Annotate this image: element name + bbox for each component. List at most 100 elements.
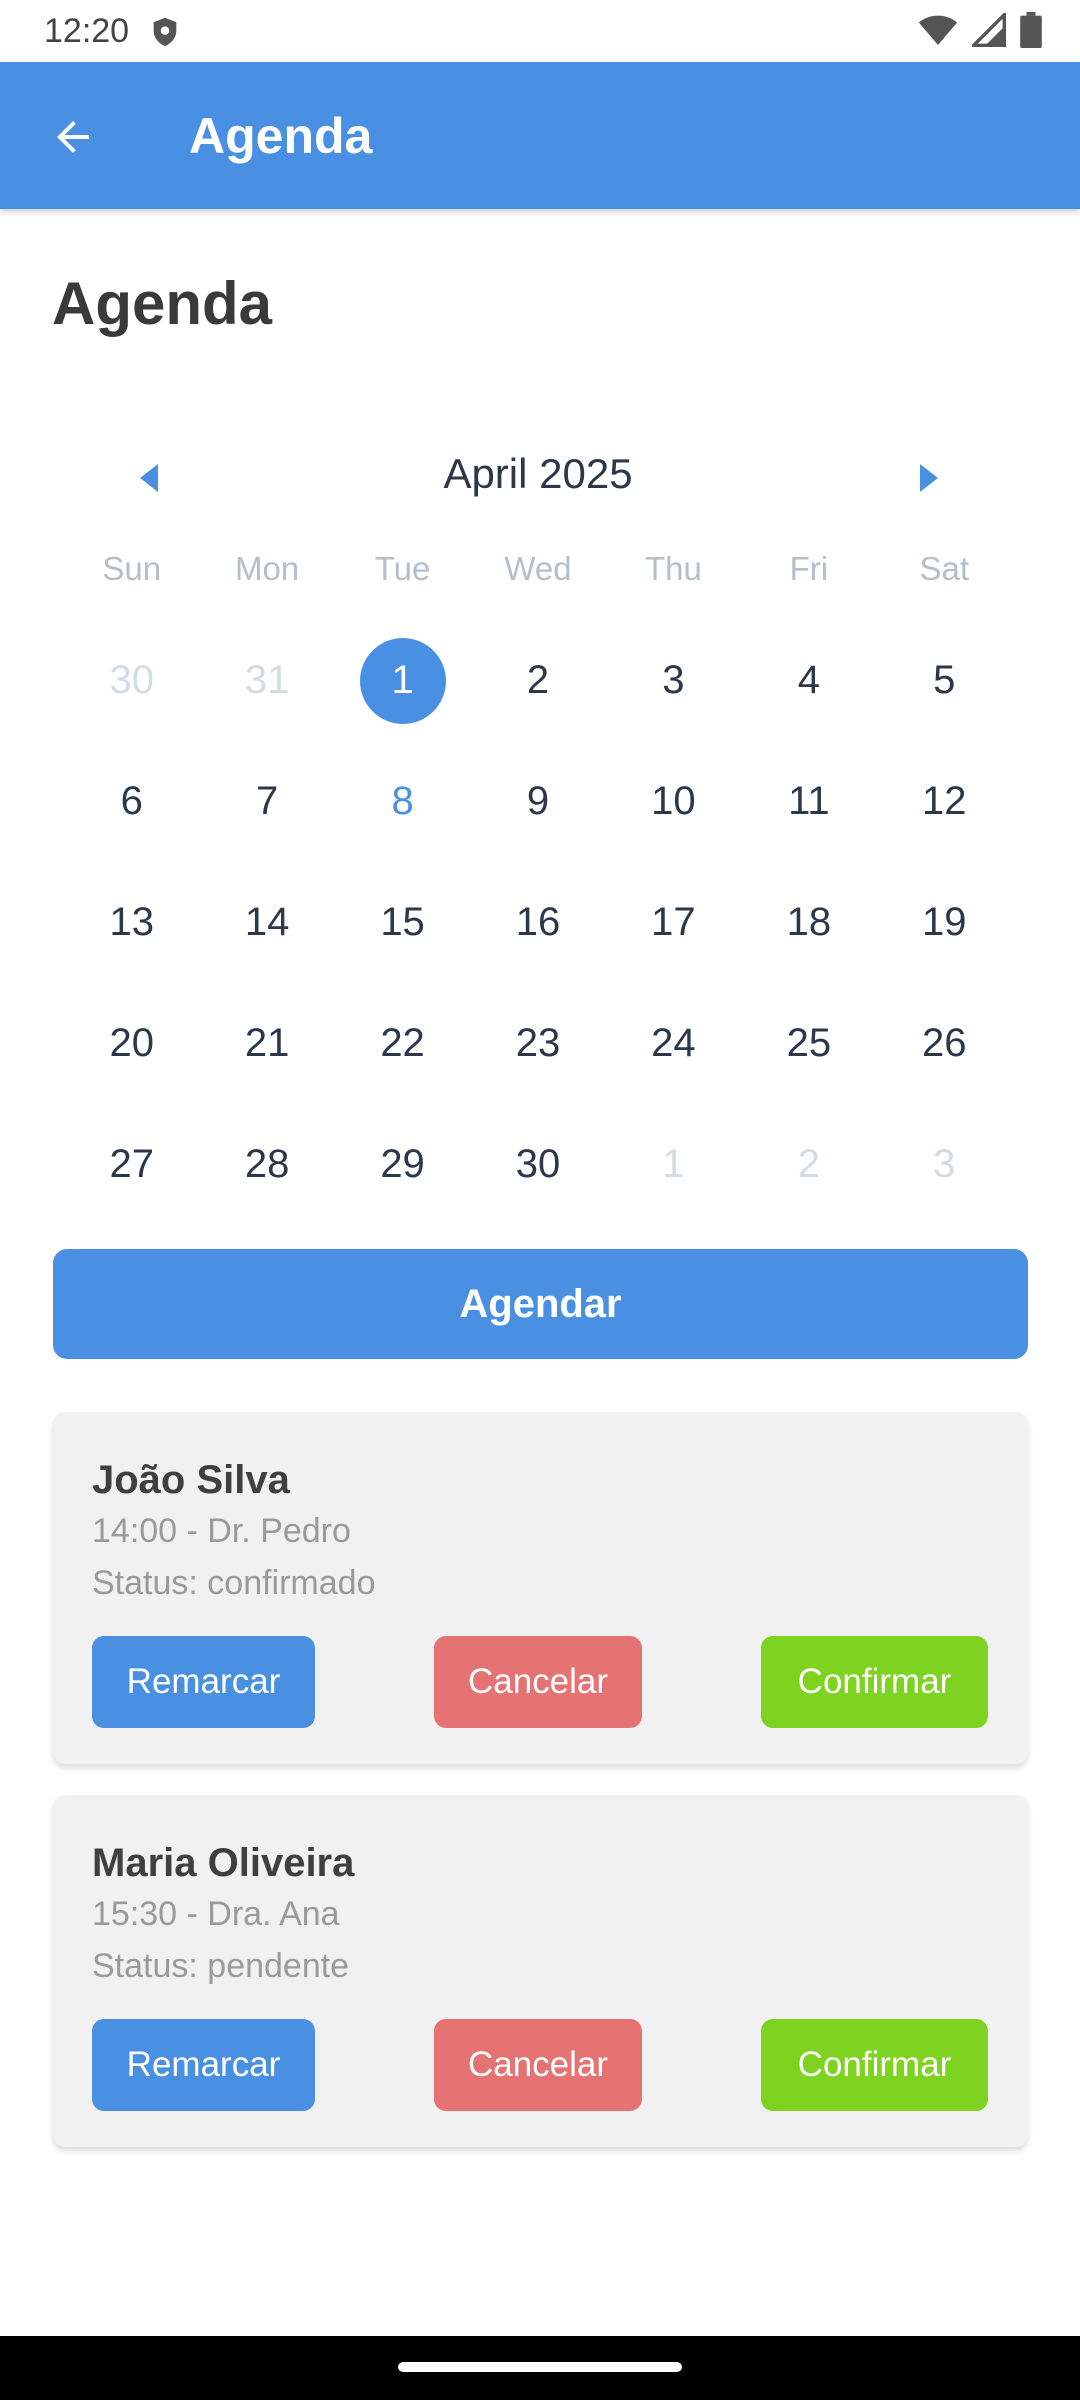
appointment-status: Status: pendente bbox=[92, 1947, 350, 1985]
weekday-label: Sat bbox=[919, 550, 970, 587]
calendar-day-label: 12 bbox=[922, 779, 967, 823]
calendar-days-grid: 30 31 1 2 3 4 5 6 7 8 9 10 11 12 13 14 15 16 17 18 19 20 21 22 2… bbox=[64, 620, 1012, 1225]
calendar-day[interactable]: 19 bbox=[877, 862, 1012, 983]
calendar-day[interactable]: 9 bbox=[470, 741, 605, 862]
calendar-day[interactable]: 4 bbox=[741, 620, 876, 741]
appointment-card: João Silva 14:00 - Dr. Pedro Status: con… bbox=[53, 1412, 1028, 1764]
weekday-header-row: Sun Mon Tue Wed Thu Fri Sat bbox=[64, 550, 1012, 588]
calendar-day-label: 10 bbox=[651, 779, 696, 823]
back-button[interactable] bbox=[40, 104, 106, 170]
arrow-left-icon bbox=[57, 121, 89, 153]
calendar-day[interactable]: 17 bbox=[606, 862, 741, 983]
calendar-day-label: 7 bbox=[256, 779, 279, 823]
calendar-day-label: 4 bbox=[797, 658, 820, 702]
calendar-day[interactable]: 2 bbox=[741, 1104, 876, 1225]
confirm-button[interactable]: Confirmar bbox=[761, 1636, 988, 1728]
appointment-status: Status: confirmado bbox=[92, 1564, 376, 1602]
calendar-day-label: 5 bbox=[933, 658, 956, 702]
app-bar-title: Agenda bbox=[189, 108, 373, 164]
calendar-day[interactable]: 3 bbox=[877, 1104, 1012, 1225]
calendar-day[interactable]: 23 bbox=[470, 983, 605, 1104]
shield-icon bbox=[153, 17, 177, 47]
appointment-time-doctor: 15:30 - Dra. Ana bbox=[92, 1895, 340, 1933]
calendar-day[interactable]: 3 bbox=[606, 620, 741, 741]
calendar-day-label: 2 bbox=[526, 658, 550, 702]
month-label: April 2025 bbox=[443, 450, 633, 497]
cancel-button[interactable]: Cancelar bbox=[434, 1636, 642, 1728]
calendar-day[interactable]: 13 bbox=[64, 862, 199, 983]
calendar-day-label: 29 bbox=[380, 1142, 425, 1186]
cancel-button[interactable]: Cancelar bbox=[434, 2019, 642, 2111]
calendar-day[interactable]: 24 bbox=[606, 983, 741, 1104]
calendar-day[interactable]: 1 bbox=[606, 1104, 741, 1225]
calendar-day-label: 16 bbox=[515, 900, 561, 944]
calendar-day-today[interactable]: 8 bbox=[335, 741, 470, 862]
calendar-day[interactable]: 26 bbox=[877, 983, 1012, 1104]
calendar-day-label: 3 bbox=[662, 658, 685, 702]
calendar-day[interactable]: 7 bbox=[199, 741, 334, 862]
calendar-day-label: 6 bbox=[120, 779, 143, 823]
calendar-day-label: 23 bbox=[515, 1021, 561, 1065]
schedule-button[interactable]: Agendar bbox=[53, 1249, 1028, 1359]
calendar-day-label: 30 bbox=[515, 1142, 561, 1186]
page-title: Agenda bbox=[52, 270, 273, 337]
calendar-day[interactable]: 12 bbox=[877, 741, 1012, 862]
calendar-day[interactable]: 30 bbox=[64, 620, 199, 741]
calendar-day[interactable]: 15 bbox=[335, 862, 470, 983]
calendar-day-label: 26 bbox=[922, 1021, 967, 1065]
calendar-day[interactable]: 22 bbox=[335, 983, 470, 1104]
patient-name: João Silva bbox=[92, 1458, 290, 1502]
status-time: 12:20 bbox=[44, 12, 130, 50]
calendar-day[interactable]: 18 bbox=[741, 862, 876, 983]
calendar-day-label: 1 bbox=[662, 1142, 685, 1186]
calendar-day[interactable]: 30 bbox=[470, 1104, 605, 1225]
reschedule-button[interactable]: Remarcar bbox=[92, 1636, 315, 1728]
weekday-label: Thu bbox=[644, 550, 702, 587]
calendar-day-label: 25 bbox=[786, 1021, 832, 1065]
calendar-day[interactable]: 27 bbox=[64, 1104, 199, 1225]
weekday-label: Tue bbox=[374, 550, 431, 587]
status-icons bbox=[918, 12, 1042, 48]
patient-name: Maria Oliveira bbox=[92, 1841, 355, 1885]
calendar-day-label: 28 bbox=[244, 1142, 290, 1186]
calendar-day[interactable]: 2 bbox=[470, 620, 605, 741]
calendar-day-label: 20 bbox=[109, 1021, 154, 1065]
appointment-time-doctor: 14:00 - Dr. Pedro bbox=[92, 1512, 351, 1550]
calendar: April 2025 Sun Mon Tue Wed Thu Fri Sat 30 31 1 2 3… bbox=[64, 430, 1012, 1186]
calendar-day-label: 24 bbox=[651, 1021, 696, 1065]
calendar-day[interactable]: 31 bbox=[199, 620, 334, 741]
calendar-day[interactable]: 11 bbox=[741, 741, 876, 862]
system-navigation-bar bbox=[0, 2336, 1080, 2400]
reschedule-button[interactable]: Remarcar bbox=[92, 2019, 315, 2111]
calendar-day-label: 15 bbox=[380, 900, 425, 944]
calendar-day-label: 31 bbox=[244, 658, 290, 702]
app-bar: Agenda bbox=[0, 62, 1080, 209]
calendar-day[interactable]: 14 bbox=[199, 862, 334, 983]
calendar-day-label: 14 bbox=[244, 900, 290, 944]
status-bar: 12:20 bbox=[0, 0, 1080, 62]
calendar-day-label: 17 bbox=[651, 900, 696, 944]
gesture-handle[interactable] bbox=[398, 2362, 682, 2372]
calendar-day[interactable]: 29 bbox=[335, 1104, 470, 1225]
calendar-day[interactable]: 5 bbox=[877, 620, 1012, 741]
calendar-day[interactable]: 6 bbox=[64, 741, 199, 862]
calendar-day-selected[interactable]: 1 bbox=[335, 620, 470, 741]
signal-icon bbox=[972, 13, 1006, 47]
caret-right-icon bbox=[920, 464, 938, 492]
calendar-day[interactable]: 25 bbox=[741, 983, 876, 1104]
calendar-day[interactable]: 21 bbox=[199, 983, 334, 1104]
next-month-button[interactable] bbox=[898, 448, 958, 508]
calendar-day[interactable]: 16 bbox=[470, 862, 605, 983]
appointment-card: Maria Oliveira 15:30 - Dra. Ana Status: … bbox=[53, 1795, 1028, 2147]
calendar-day[interactable]: 20 bbox=[64, 983, 199, 1104]
calendar-day-label: 2 bbox=[797, 1142, 820, 1186]
calendar-day[interactable]: 28 bbox=[199, 1104, 334, 1225]
weekday-label: Wed bbox=[504, 550, 572, 587]
calendar-day-label: 18 bbox=[786, 900, 832, 944]
battery-icon bbox=[1020, 12, 1042, 48]
calendar-day-label: 27 bbox=[109, 1142, 154, 1186]
confirm-button[interactable]: Confirmar bbox=[761, 2019, 988, 2111]
weekday-label: Sun bbox=[102, 550, 162, 587]
calendar-day-label: 3 bbox=[933, 1142, 956, 1186]
calendar-day[interactable]: 10 bbox=[606, 741, 741, 862]
